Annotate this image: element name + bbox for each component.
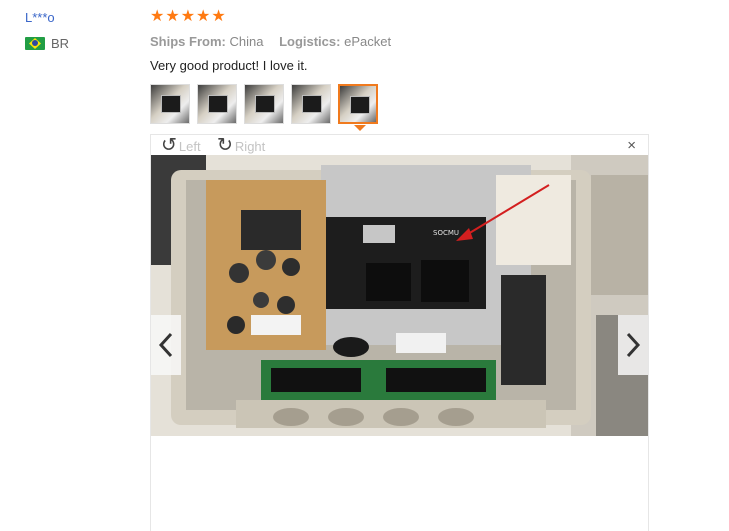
review-thumbnail[interactable] (291, 84, 331, 124)
chevron-left-icon (158, 332, 173, 358)
review-thumbnail[interactable] (244, 84, 284, 124)
logistics-value: ePacket (344, 34, 392, 49)
rotate-right-label: Right (234, 138, 266, 154)
review-thumbnail-selected[interactable] (338, 84, 378, 124)
reviewer-country: BR (25, 36, 69, 51)
chevron-right-icon (626, 332, 641, 358)
rotate-left-label: Left (178, 138, 201, 154)
next-image-button[interactable] (618, 315, 648, 375)
star-icon: ★ (180, 8, 196, 25)
board-label: SOCMU (433, 229, 459, 237)
brazil-flag-icon (25, 37, 45, 50)
reviewer-name[interactable]: L***o (25, 10, 55, 25)
rotate-left-button[interactable]: ↺ Left (161, 135, 201, 156)
ships-from-label: Ships From: (150, 34, 226, 49)
close-icon[interactable]: × (627, 137, 636, 154)
selected-thumbnail-caret (354, 125, 366, 131)
rotate-right-button[interactable]: ↻ Right (217, 135, 266, 156)
star-rating: ★ ★ ★ ★ ★ (150, 8, 226, 26)
logistics-label: Logistics: (279, 34, 341, 49)
thumbnail-strip (150, 84, 378, 124)
image-viewer: ↺ Left ↻ Right × SOCMU (150, 134, 649, 531)
review-thumbnail[interactable] (150, 84, 190, 124)
review-thumbnail[interactable] (197, 84, 237, 124)
review-text: Very good product! I love it. (150, 58, 308, 73)
shipping-info: Ships From: China Logistics: ePacket (150, 34, 391, 49)
country-code: BR (51, 36, 70, 51)
star-icon: ★ (165, 8, 180, 25)
star-icon: ★ (211, 8, 226, 25)
review-photo: SOCMU (151, 155, 648, 436)
console-board-photo: SOCMU (151, 155, 648, 436)
star-icon: ★ (196, 8, 211, 25)
star-icon: ★ (150, 8, 165, 25)
ships-from-value: China (229, 34, 264, 49)
rotate-right-icon: ↻ (217, 135, 233, 156)
rotate-left-icon: ↺ (161, 135, 177, 156)
prev-image-button[interactable] (151, 315, 181, 375)
